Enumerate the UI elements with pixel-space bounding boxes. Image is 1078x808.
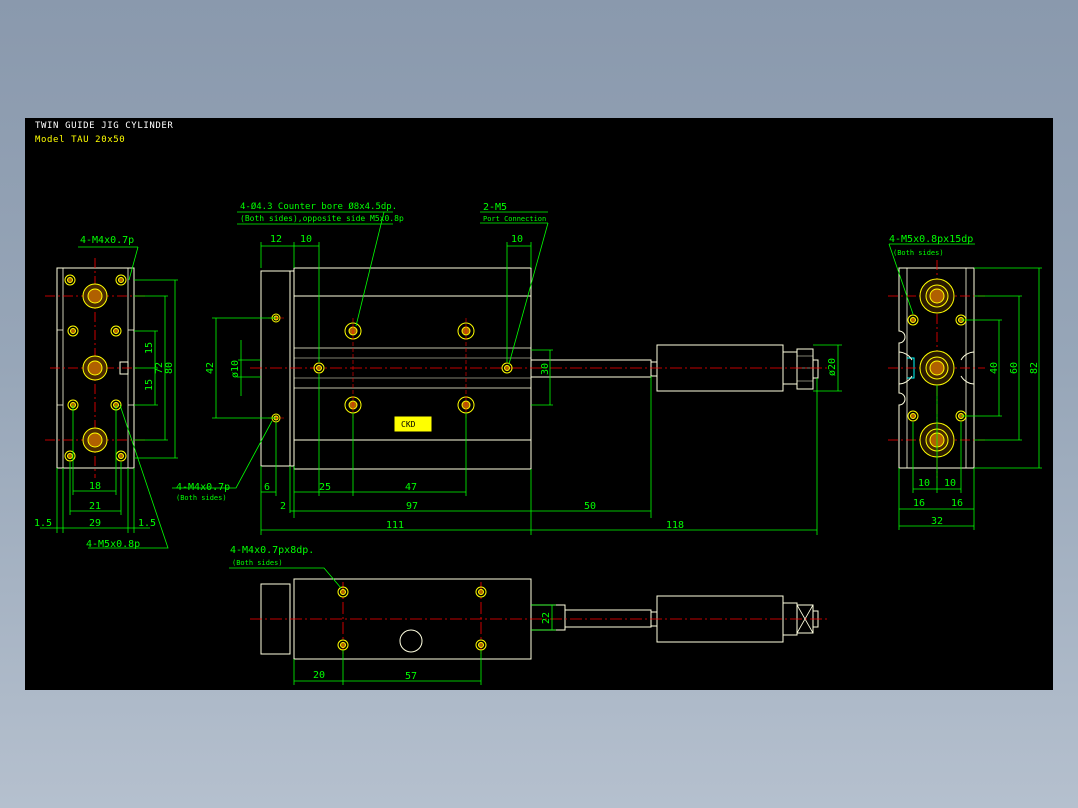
front-dim-42: 42 [205, 362, 216, 374]
bottom-holes [337, 586, 487, 653]
note-counterbore-line2: (Both sides),opposite side M5x0.8p [240, 214, 404, 223]
left-dim-21: 21 [89, 501, 101, 512]
bottom-dim-22: 22 [541, 612, 552, 624]
right-dim-16-left: 16 [913, 498, 925, 509]
right-dim-82: 82 [1029, 362, 1040, 374]
left-note-bottom: 4-M5x0.8p [86, 539, 140, 550]
front-dim-47: 47 [405, 482, 417, 493]
note-counterbore-line1: 4-Ø4.3 Counter bore Ø8x4.5dp. [240, 201, 397, 212]
bottom-centerlines [250, 582, 830, 655]
note-bottom-line1: 4-M4x0.7p [176, 482, 230, 493]
front-dim-10-left: 10 [300, 234, 312, 245]
right-dim-16-right: 16 [951, 498, 963, 509]
left-dimensions [40, 246, 178, 549]
bottom-dimension-text: 4-M4x0.7px8dp. (Both sides) 22 20 57 [230, 545, 552, 682]
front-dim-118: 118 [666, 520, 684, 531]
left-dim-1-5-right: 1.5 [138, 518, 156, 529]
front-dim-2: 2 [280, 501, 286, 512]
right-note-line2: (Both sides) [893, 249, 944, 257]
front-dim-phi10: ø10 [230, 360, 241, 378]
nameplate-text: CKD [401, 420, 416, 429]
note-port-line1: 2-M5 [483, 202, 507, 213]
bottom-dimensions [229, 567, 556, 685]
note-bottom-line2: (Both sides) [176, 494, 227, 502]
cad-drawing-canvas[interactable]: TWIN GUIDE JIG CYLINDER Model TAU 20x50 [25, 118, 1053, 690]
technical-drawing: 4-M4x0.7p 15 15 72 80 18 21 29 1.5 1.5 4… [34, 201, 1042, 685]
front-dim-6: 6 [264, 482, 270, 493]
right-dim-10-left: 10 [918, 478, 930, 489]
bottom-note-line1: 4-M4x0.7px8dp. [230, 545, 314, 556]
front-dim-10-right: 10 [511, 234, 523, 245]
front-dim-111: 111 [386, 520, 404, 531]
left-dim-15-upper: 15 [144, 342, 155, 354]
right-note-line1: 4-M5x0.8px15dp [889, 234, 973, 245]
right-dim-10-right: 10 [944, 478, 956, 489]
note-port-line2: Port Connection [483, 215, 546, 223]
front-dim-30: 30 [540, 363, 551, 375]
bottom-dim-57: 57 [405, 671, 417, 682]
front-dim-25: 25 [319, 482, 331, 493]
front-dim-97: 97 [406, 501, 418, 512]
front-cylinder-body [293, 267, 532, 470]
right-dim-60: 60 [1009, 362, 1020, 374]
front-end-plate [260, 270, 291, 467]
front-hex-nut [796, 348, 814, 390]
right-dim-40: 40 [989, 362, 1000, 374]
bottom-piston-rod [564, 609, 652, 628]
bottom-note-line2: (Both sides) [232, 559, 283, 567]
front-dim-50: 50 [584, 501, 596, 512]
front-dim-phi20: ø20 [827, 358, 838, 376]
screen: TWIN GUIDE JIG CYLINDER Model TAU 20x50 [0, 0, 1078, 808]
left-dimension-text: 4-M4x0.7p 15 15 72 80 18 21 29 1.5 1.5 4… [34, 235, 175, 550]
bottom-dim-20: 20 [313, 670, 325, 681]
front-dim-12: 12 [270, 234, 282, 245]
left-dim-18: 18 [89, 481, 101, 492]
right-dim-32: 32 [931, 516, 943, 527]
left-dim-15-lower: 15 [144, 379, 155, 391]
left-dim-29: 29 [89, 518, 101, 529]
left-note-top: 4-M4x0.7p [80, 235, 134, 246]
left-dim-1-5-left: 1.5 [34, 518, 52, 529]
right-dimensions [888, 243, 1042, 530]
left-dim-80: 80 [164, 362, 175, 374]
